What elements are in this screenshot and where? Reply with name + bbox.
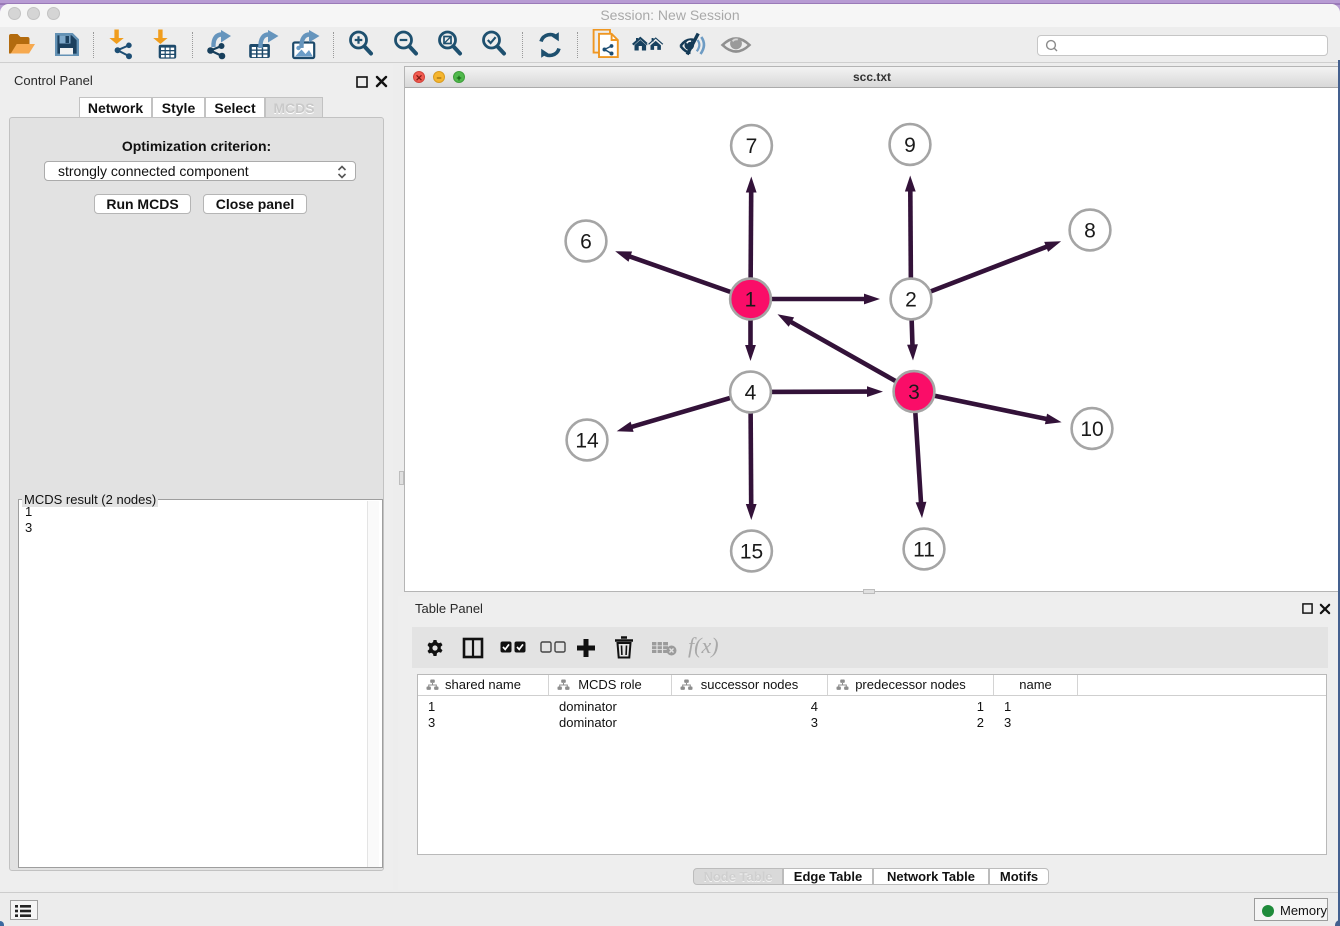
- svg-text:11: 11: [913, 539, 935, 562]
- svg-text:4: 4: [745, 382, 757, 405]
- svg-text:15: 15: [740, 541, 763, 564]
- svg-text:9: 9: [904, 134, 916, 157]
- svg-text:8: 8: [1084, 220, 1096, 243]
- svg-text:1: 1: [745, 289, 757, 312]
- svg-text:14: 14: [575, 430, 599, 453]
- svg-text:10: 10: [1080, 418, 1103, 441]
- svg-text:6: 6: [580, 231, 592, 254]
- svg-text:7: 7: [746, 135, 758, 158]
- svg-text:2: 2: [905, 289, 917, 312]
- svg-text:3: 3: [908, 381, 920, 404]
